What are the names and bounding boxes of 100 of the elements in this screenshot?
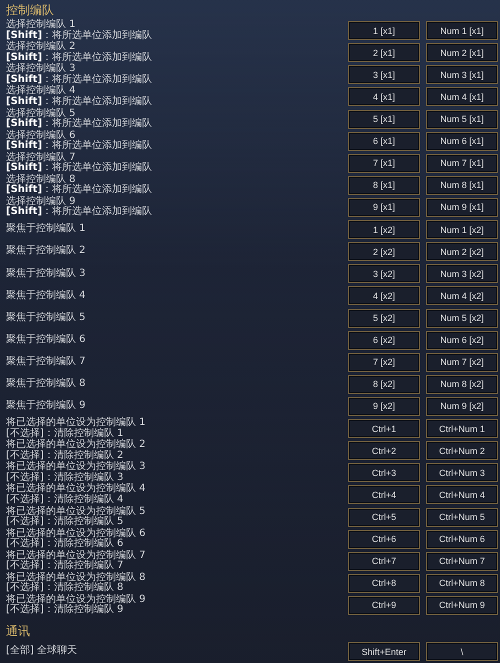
keybind-button[interactable]: 2 [x2]: [348, 242, 420, 262]
keybind-button[interactable]: 7 [x2]: [348, 352, 420, 372]
action-label: 将已选择的单位设为控制编队 7: [6, 550, 147, 561]
keybind-button[interactable]: Ctrl+Num 2: [426, 441, 498, 460]
keybind-button[interactable]: Ctrl+4: [348, 485, 420, 504]
keybind-button[interactable]: 2 [x1]: [348, 43, 420, 62]
keybind-button[interactable]: Num 8 [x1]: [426, 176, 498, 195]
action-label: 将已选择的单位设为控制编队 4: [6, 484, 147, 494]
keybind-button[interactable]: Ctrl+7: [348, 552, 420, 571]
action-hint: [不选择]：清除控制编队 9: [6, 605, 124, 616]
action-hint: [Shift]：将所选单位添加到编队: [6, 141, 154, 152]
action-label: 将已选择的单位设为控制编队 6: [6, 528, 147, 539]
keybind-button[interactable]: Ctrl+5: [348, 508, 420, 527]
action-hint: [Shift]：将所选单位添加到编队: [6, 119, 154, 130]
action-hint: [不选择]：清除控制编队 2: [6, 450, 124, 461]
action-hint: [不选择]：清除控制编队 5: [6, 517, 124, 528]
keybind-button[interactable]: Num 8 [x2]: [426, 374, 498, 394]
action-label: 聚焦于控制编队 8: [6, 379, 87, 390]
keybind-button[interactable]: Num 3 [x2]: [426, 264, 498, 284]
action-label: 将已选择的单位设为控制编队 9: [6, 594, 147, 605]
keybind-button[interactable]: Num 6 [x1]: [426, 132, 498, 151]
action-hint: [Shift]：将所选单位添加到编队: [6, 30, 154, 41]
keybind-button[interactable]: 1 [x1]: [348, 21, 420, 40]
action-label: 选择控制编队 8: [6, 174, 76, 185]
keybind-button[interactable]: Num 2 [x1]: [426, 43, 498, 62]
action-label: 选择控制编队 1: [6, 20, 76, 30]
action-label: 将已选择的单位设为控制编队 2: [6, 440, 147, 450]
keybind-button[interactable]: 8 [x1]: [348, 176, 420, 195]
keybind-button[interactable]: 4 [x1]: [348, 87, 420, 106]
action-hint: [Shift]：将所选单位添加到编队: [6, 185, 154, 196]
keybind-button[interactable]: 9 [x1]: [348, 198, 420, 217]
keybind-button[interactable]: Num 4 [x2]: [426, 286, 498, 306]
keybind-button[interactable]: 3 [x1]: [348, 65, 420, 84]
keybind-button[interactable]: Num 6 [x2]: [426, 330, 498, 350]
keybind-button[interactable]: 5 [x2]: [348, 308, 420, 328]
keybind-button[interactable]: Num 4 [x1]: [426, 87, 498, 106]
action-label: 聚焦于控制编队 1: [6, 224, 87, 235]
action-hint: [Shift]：将所选单位添加到编队: [6, 52, 154, 63]
action-label: 将已选择的单位设为控制编队 5: [6, 506, 147, 517]
keybind-button[interactable]: Num 9 [x1]: [426, 198, 498, 217]
keybind-button[interactable]: Ctrl+Num 8: [426, 574, 498, 593]
keybind-button[interactable]: Num 5 [x1]: [426, 110, 498, 129]
keybind-button[interactable]: Num 1 [x2]: [426, 220, 498, 240]
keybind-button[interactable]: Num 2 [x2]: [426, 242, 498, 262]
action-hint: [不选择]：清除控制编队 6: [6, 539, 124, 550]
action-label: 将已选择的单位设为控制编队 8: [6, 572, 147, 583]
action-label: 聚焦于控制编队 7: [6, 357, 87, 368]
action-label: [全部] 全球聊天: [6, 646, 78, 657]
action-label: 聚焦于控制编队 9: [6, 401, 87, 412]
keybind-button[interactable]: Num 5 [x2]: [426, 308, 498, 328]
keybind-button[interactable]: Ctrl+9: [348, 596, 420, 615]
keybind-button[interactable]: \: [426, 642, 498, 662]
keybind-button[interactable]: Ctrl+Num 3: [426, 463, 498, 482]
keybind-button[interactable]: Num 7 [x2]: [426, 352, 498, 372]
keybind-button[interactable]: 9 [x2]: [348, 396, 420, 416]
keybind-button[interactable]: 7 [x1]: [348, 154, 420, 173]
keybind-button[interactable]: Ctrl+3: [348, 463, 420, 482]
action-label: 选择控制编队 5: [6, 108, 76, 119]
action-hint: [不选择]：清除控制编队 4: [6, 494, 124, 506]
keybind-button[interactable]: 4 [x2]: [348, 286, 420, 306]
keybind-button[interactable]: 8 [x2]: [348, 374, 420, 394]
keybind-button[interactable]: Ctrl+1: [348, 419, 420, 438]
keybind-button[interactable]: Ctrl+6: [348, 530, 420, 549]
action-hint: [Shift]：将所选单位添加到编队: [6, 96, 154, 108]
action-hint: [Shift]：将所选单位添加到编队: [6, 163, 154, 174]
action-label: 选择控制编队 3: [6, 64, 76, 74]
action-hint: [不选择]：清除控制编队 3: [6, 472, 124, 483]
keybind-button[interactable]: Ctrl+Num 1: [426, 419, 498, 438]
keybind-button[interactable]: Num 3 [x1]: [426, 65, 498, 84]
keybind-button[interactable]: 6 [x1]: [348, 132, 420, 151]
action-label: 聚焦于控制编队 4: [6, 290, 87, 302]
keybind-button[interactable]: Num 9 [x2]: [426, 396, 498, 416]
action-hint: [不选择]：清除控制编队 7: [6, 561, 124, 572]
keybind-button[interactable]: Ctrl+2: [348, 441, 420, 460]
action-label: 选择控制编队 9: [6, 196, 76, 207]
action-label: 聚焦于控制编队 3: [6, 268, 87, 280]
action-label: 将已选择的单位设为控制编队 1: [6, 418, 147, 428]
action-label: 聚焦于控制编队 6: [6, 334, 87, 346]
action-label: 聚焦于控制编队 2: [6, 246, 87, 257]
keybind-button[interactable]: Ctrl+Num 7: [426, 552, 498, 571]
section-title: 通讯: [6, 622, 31, 640]
keybind-button[interactable]: 6 [x2]: [348, 330, 420, 350]
action-label: 选择控制编队 6: [6, 130, 76, 141]
keybind-button[interactable]: 5 [x1]: [348, 110, 420, 129]
keybind-button[interactable]: Ctrl+Num 4: [426, 485, 498, 504]
keybind-button[interactable]: Ctrl+Num 6: [426, 530, 498, 549]
action-label: 将已选择的单位设为控制编队 3: [6, 462, 147, 472]
keybind-button[interactable]: 3 [x2]: [348, 264, 420, 284]
keybind-button[interactable]: Shift+Enter: [348, 642, 420, 662]
action-label: 选择控制编队 4: [6, 86, 76, 96]
keybind-button[interactable]: 1 [x2]: [348, 220, 420, 240]
keybind-button[interactable]: Ctrl+8: [348, 574, 420, 593]
action-hint: [Shift]：将所选单位添加到编队: [6, 207, 154, 218]
keybind-button[interactable]: Num 1 [x1]: [426, 21, 498, 40]
action-hint: [Shift]：将所选单位添加到编队: [6, 74, 154, 85]
action-label: 选择控制编队 7: [6, 152, 76, 163]
keybind-button[interactable]: Ctrl+Num 9: [426, 596, 498, 615]
keybind-button[interactable]: Ctrl+Num 5: [426, 508, 498, 527]
keybind-button[interactable]: Num 7 [x1]: [426, 154, 498, 173]
action-label: 聚焦于控制编队 5: [6, 312, 87, 324]
